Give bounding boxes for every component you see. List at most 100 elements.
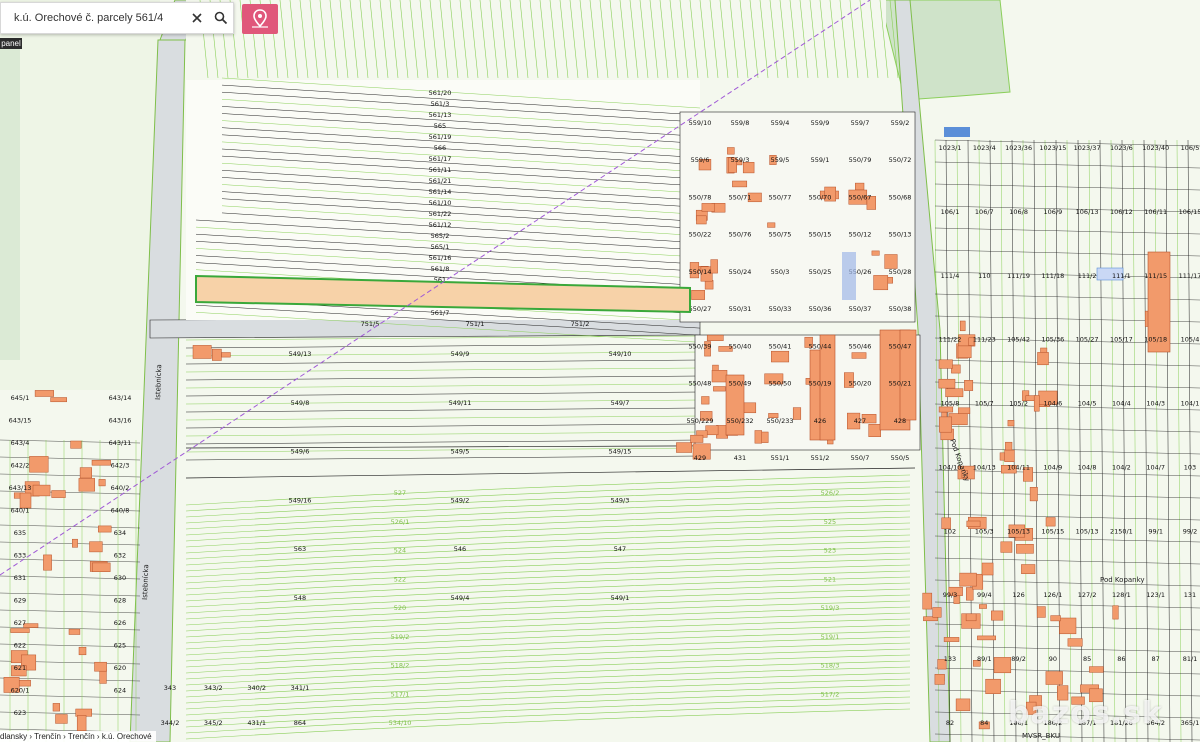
parcel-label: 643/4 xyxy=(11,439,30,447)
parcel-label: 550/41 xyxy=(769,342,792,350)
parcel-label: 550/12 xyxy=(849,231,872,239)
breadcrumb[interactable]: dlansky › Trenčín › Trenčín › k.ú. Orech… xyxy=(0,731,156,742)
building xyxy=(192,345,212,359)
parcel-label: 550/39 xyxy=(689,342,712,350)
parcel-label: 133 xyxy=(944,655,956,663)
parcel-label: 426 xyxy=(814,417,826,425)
building xyxy=(98,525,112,533)
panel-tab[interactable]: panel xyxy=(0,38,22,49)
cadastral-map[interactable]: 561/20 561/3 561/13 565 561/19 566 561/17 561/1… xyxy=(0,0,1200,742)
parcel-label: 561/22 xyxy=(429,210,452,218)
parcel-label: 517/2 xyxy=(821,690,840,698)
parcel-label: 105/27 xyxy=(1076,336,1099,344)
building xyxy=(89,541,103,553)
parcel-label: 104/3 xyxy=(1146,400,1165,408)
building xyxy=(690,434,704,443)
building xyxy=(979,604,987,609)
parcel-label: 111/18 xyxy=(1041,272,1064,280)
street-label-istebnicka-lower: Istebnícka xyxy=(141,564,150,600)
parcel-label: 643/15 xyxy=(9,417,32,425)
building xyxy=(1036,606,1046,618)
building xyxy=(1067,638,1083,647)
parcel-label: 523 xyxy=(824,547,836,555)
search-input[interactable]: k.ú. Orechové č. parcely 561/4 xyxy=(1,12,185,24)
building xyxy=(851,352,867,359)
building xyxy=(68,628,81,635)
building xyxy=(98,479,106,487)
parcel-label: 127/2 xyxy=(1078,591,1097,599)
building xyxy=(221,352,231,358)
parcel-label: 549/1 xyxy=(611,594,630,602)
parcel-label: 559/3 xyxy=(731,156,750,164)
parcel-label: 131 xyxy=(1184,591,1196,599)
parcel-label: 106/15 xyxy=(1179,208,1200,216)
parcel-label: 625 xyxy=(114,642,126,650)
parcel-label: 550/33 xyxy=(769,305,792,313)
parcel-label: 519/2 xyxy=(391,633,410,641)
building xyxy=(70,440,82,449)
parcel-label: 111/15 xyxy=(1144,272,1167,280)
building xyxy=(29,456,49,473)
parcel-label: 559/4 xyxy=(771,119,790,127)
map-pin-button[interactable] xyxy=(242,4,278,34)
parcel-search-box[interactable]: k.ú. Orechové č. parcely 561/4 xyxy=(0,2,234,34)
parcel-label: 128/1 xyxy=(1112,591,1131,599)
parcel-label: 123/1 xyxy=(1146,591,1165,599)
building xyxy=(78,478,95,492)
parcel-label: 550/31 xyxy=(729,305,752,313)
building xyxy=(51,490,66,498)
parcel-label: 643/14 xyxy=(109,394,132,402)
parcel-label: 550/68 xyxy=(889,193,912,201)
parcel-label: 521 xyxy=(824,575,836,583)
parcel-label: 111/1 xyxy=(1112,272,1131,280)
building xyxy=(704,280,714,290)
building xyxy=(1004,449,1015,462)
parcel-label: 106/13 xyxy=(1076,208,1099,216)
parcel-label: 105/8 xyxy=(941,400,960,408)
parcel-label: 634 xyxy=(114,529,126,537)
building xyxy=(966,587,974,601)
parcel-label: 105/2 xyxy=(1009,400,1028,408)
parcel-label: 104/2 xyxy=(1112,463,1131,471)
building xyxy=(10,628,30,633)
parcel-label: 111/23 xyxy=(973,336,996,344)
street-label-istebnicka: Istebnícka xyxy=(154,364,163,400)
parcel-label: 550/37 xyxy=(849,305,872,313)
parcel-label: 550/7 xyxy=(851,454,870,462)
parcel-label: 550/44 xyxy=(809,342,832,350)
parcel-label: 428 xyxy=(894,417,906,425)
close-icon[interactable] xyxy=(185,6,209,30)
building xyxy=(50,397,67,403)
parcel-label: 565/2 xyxy=(431,232,450,240)
parcel-label: 624 xyxy=(114,687,126,695)
building xyxy=(754,430,762,444)
parcel-label: 550/77 xyxy=(769,193,792,201)
parcel-label: 343 xyxy=(164,684,176,692)
search-icon[interactable] xyxy=(209,6,233,30)
parcel-label: 561/13 xyxy=(429,111,452,119)
parcel-label: 87 xyxy=(1152,655,1160,663)
building xyxy=(938,406,954,413)
parcel-label: 1023/40 xyxy=(1142,144,1169,152)
building xyxy=(868,424,881,437)
parcel-label: 519/1 xyxy=(821,633,840,641)
parcel-label: 550/75 xyxy=(769,231,792,239)
parcel-label: 561/17 xyxy=(429,155,452,163)
parcel-label: 104/13 xyxy=(973,463,996,471)
parcel-label: 104/9 xyxy=(1044,463,1063,471)
parcel-label: 551/1 xyxy=(771,454,790,462)
parcel-label: 104/1 xyxy=(1181,400,1200,408)
parcel-label: 550/72 xyxy=(889,156,912,164)
building xyxy=(965,613,977,622)
building xyxy=(887,277,893,284)
parcel-label: 89/2 xyxy=(1011,655,1026,663)
building xyxy=(792,407,802,420)
parcel-label: 643/13 xyxy=(9,484,32,492)
parcel-label: 111/4 xyxy=(941,272,960,280)
parcel-label: 550/40 xyxy=(729,342,752,350)
building xyxy=(932,607,942,618)
building xyxy=(1059,617,1077,635)
parcel-label: 90 xyxy=(1049,655,1057,663)
building xyxy=(981,562,994,576)
parcel-label: 105/3 xyxy=(975,527,994,535)
